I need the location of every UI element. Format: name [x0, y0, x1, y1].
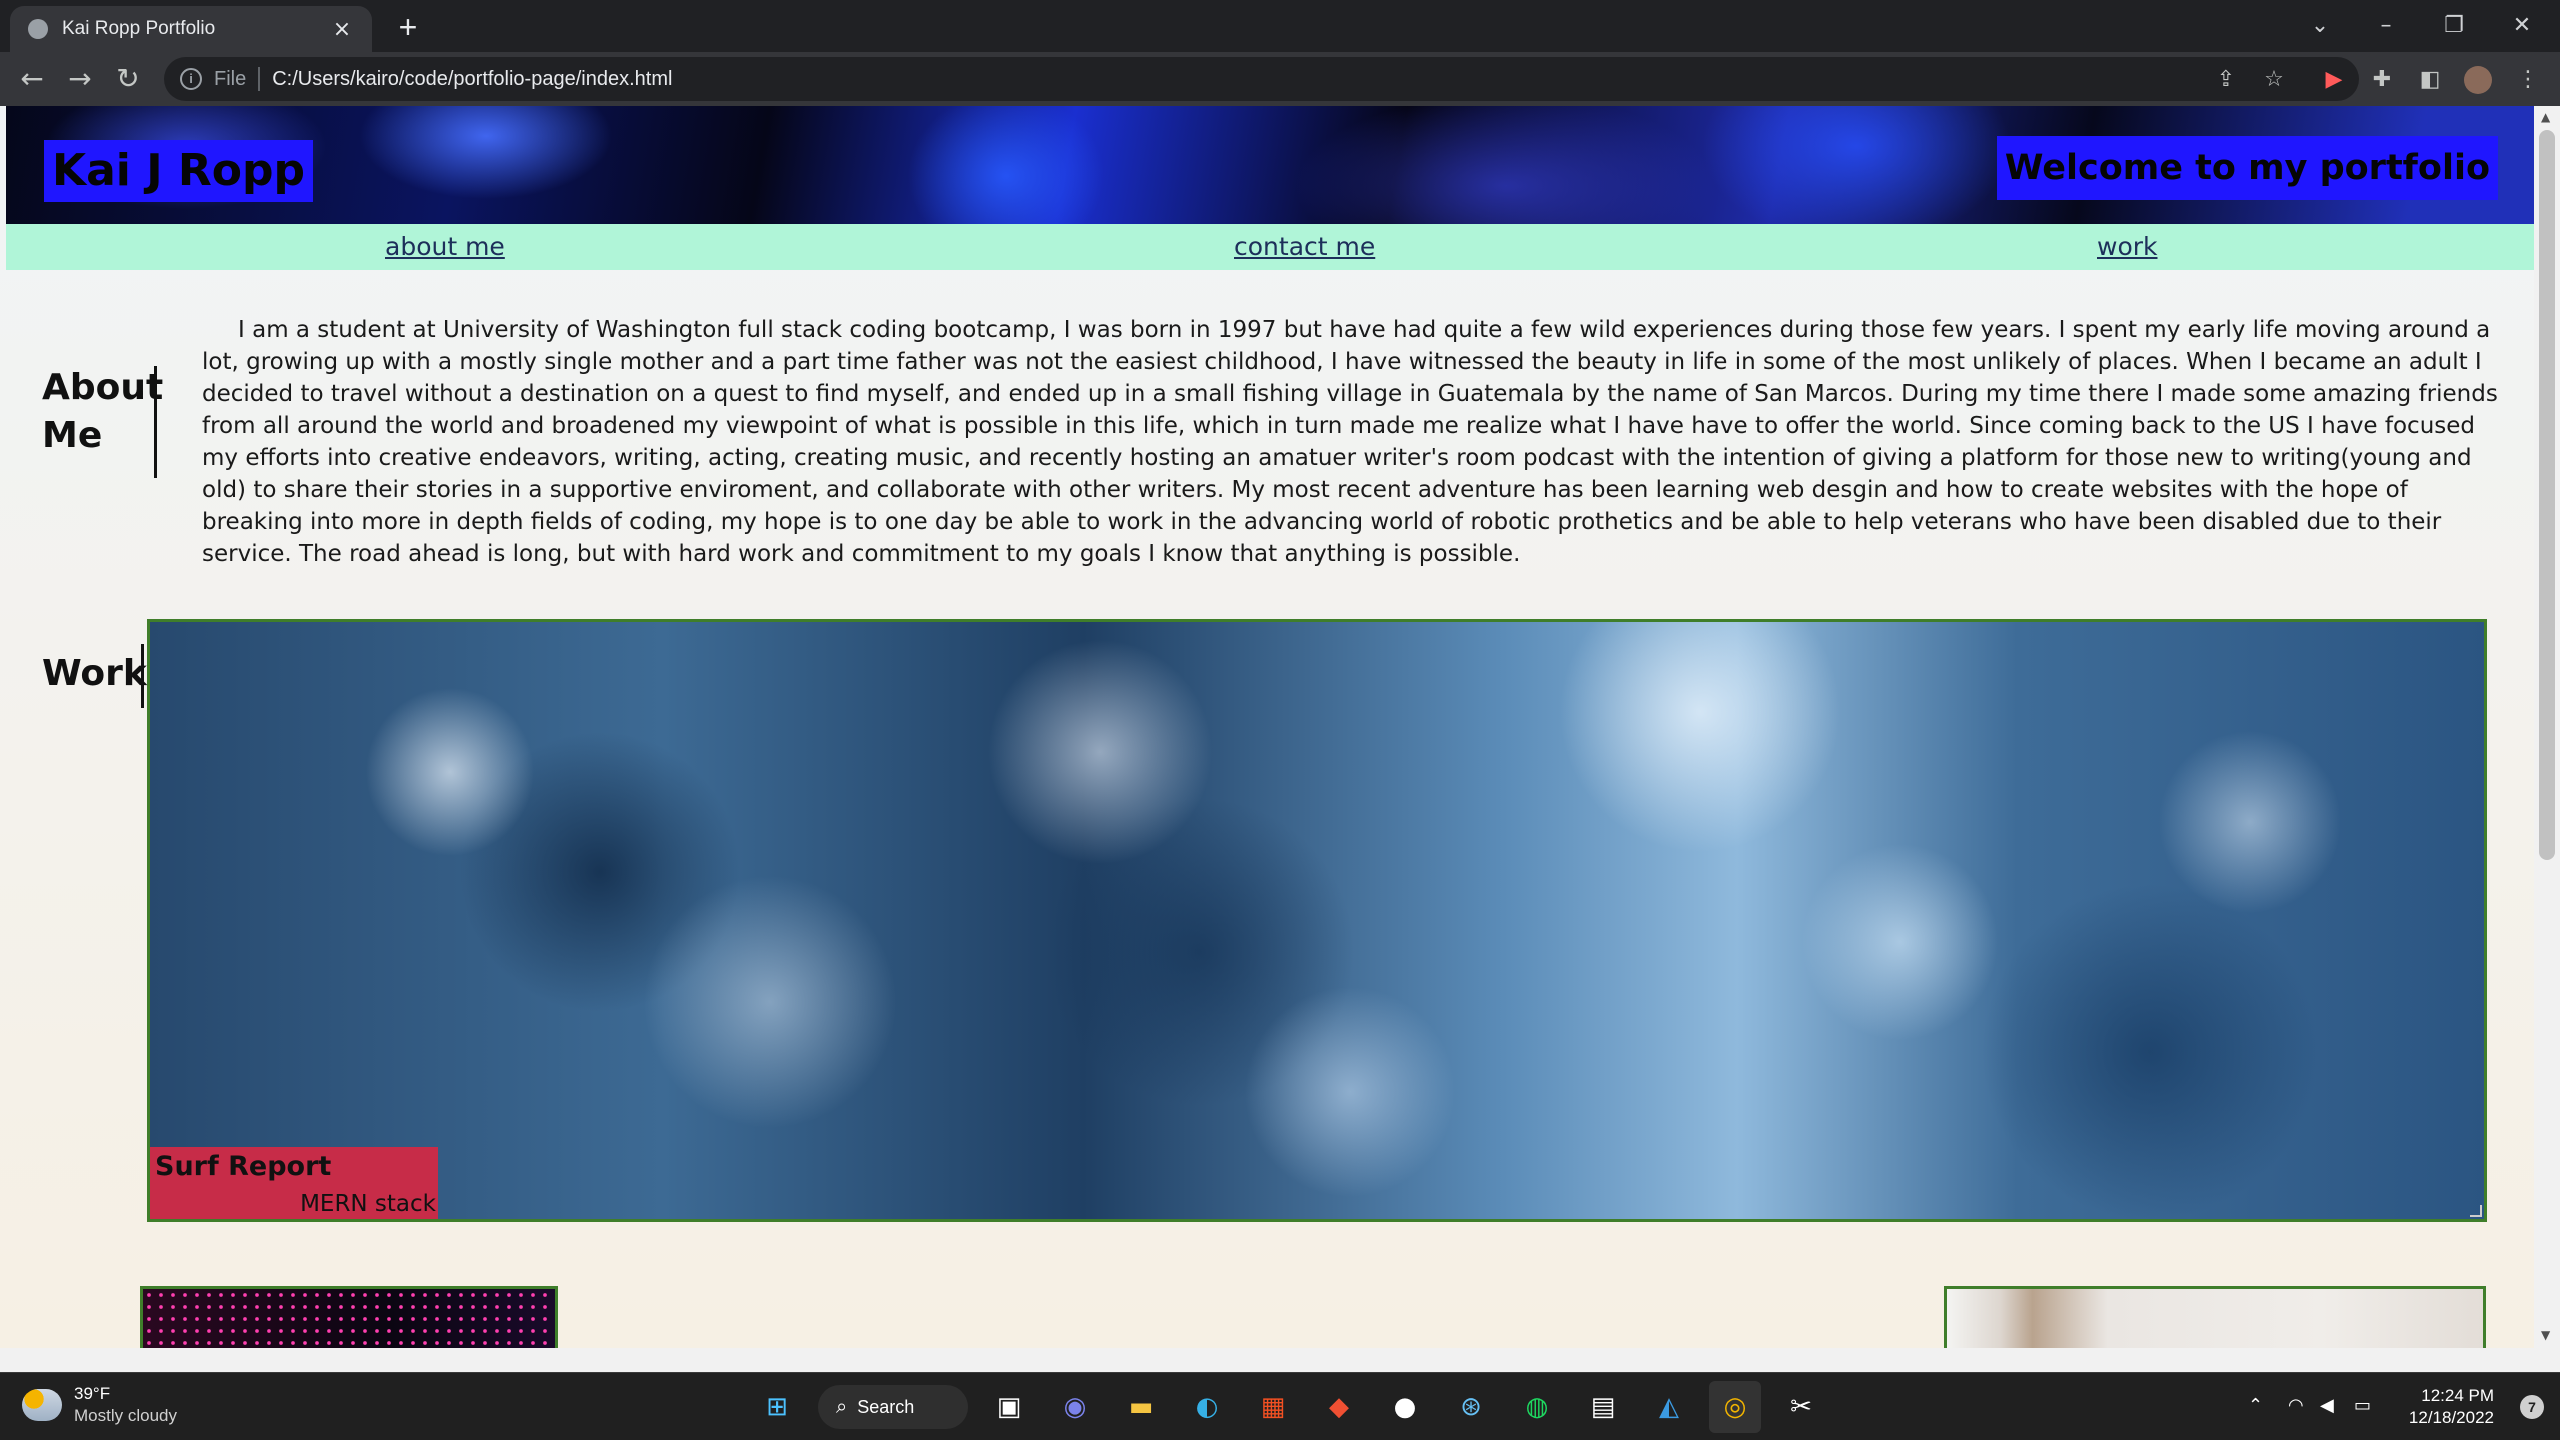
- project-card-thumbnail-left[interactable]: [140, 1286, 558, 1348]
- about-paragraph: I am a student at University of Washingt…: [202, 317, 2498, 567]
- wifi-icon[interactable]: ◠: [2288, 1395, 2304, 1416]
- page-viewport: Kai J Ropp Welcome to my portfolio about…: [0, 106, 2560, 1348]
- file-explorer-icon[interactable]: ▬: [1115, 1381, 1167, 1433]
- url-text[interactable]: C:/Users/kairo/code/portfolio-page/index…: [272, 68, 672, 91]
- project-label: Surf Report MERN stack: [150, 1147, 438, 1219]
- battery-icon[interactable]: ▭: [2354, 1395, 2371, 1416]
- restore-button[interactable]: ❐: [2432, 6, 2476, 46]
- scheme-label: File: [214, 67, 247, 90]
- browser-tab-bar: Kai Ropp Portfolio × + ⌄ – ❐ ✕: [0, 0, 2560, 52]
- chevron-down-icon[interactable]: ⌄: [2298, 6, 2342, 46]
- menu-kebab-icon[interactable]: ⋮: [2514, 66, 2542, 94]
- project-tech: MERN stack: [300, 1191, 436, 1217]
- project-card-thumbnail-right[interactable]: [1944, 1286, 2486, 1348]
- terminal-icon[interactable]: ▤: [1577, 1381, 1629, 1433]
- nav-link-contact[interactable]: contact me: [1234, 232, 1375, 261]
- windows-taskbar: 39°F Mostly cloudy ⊞ ⌕ Search ▣ ◉ ▬ ◐ ▦ …: [0, 1372, 2560, 1440]
- project-name: Surf Report: [155, 1151, 332, 1182]
- forward-button[interactable]: →: [62, 62, 98, 98]
- notification-badge[interactable]: 7: [2520, 1395, 2544, 1419]
- task-view-icon[interactable]: ▣: [983, 1381, 1035, 1433]
- window-close-button[interactable]: ✕: [2500, 6, 2544, 46]
- tab-close-button[interactable]: ×: [330, 17, 354, 42]
- address-bar[interactable]: i File C:/Users/kairo/code/portfolio-pag…: [164, 57, 2359, 101]
- site-title: Kai J Ropp: [44, 140, 313, 202]
- browser-tab[interactable]: Kai Ropp Portfolio ×: [10, 6, 372, 52]
- horizontal-scrollbar[interactable]: [0, 1348, 2560, 1372]
- reload-button[interactable]: ↻: [110, 62, 146, 98]
- profile-avatar[interactable]: [2464, 66, 2492, 94]
- resize-grip-icon[interactable]: [2470, 1205, 2482, 1217]
- weather-condition: Mostly cloudy: [74, 1406, 177, 1425]
- chat-icon[interactable]: ◉: [1049, 1381, 1101, 1433]
- git-icon[interactable]: ◆: [1313, 1381, 1365, 1433]
- extension-record-icon[interactable]: ▶: [2320, 66, 2348, 94]
- store-icon[interactable]: ▦: [1247, 1381, 1299, 1433]
- info-icon[interactable]: i: [180, 68, 202, 90]
- welcome-banner: Welcome to my portfolio: [1996, 136, 2498, 200]
- chevron-up-icon[interactable]: ⌃: [2248, 1395, 2263, 1416]
- tab-title: Kai Ropp Portfolio: [62, 18, 216, 39]
- weather-widget[interactable]: 39°F Mostly cloudy: [22, 1383, 177, 1427]
- address-divider: [258, 67, 261, 91]
- volume-icon[interactable]: ◀: [2320, 1395, 2334, 1416]
- vscode-icon[interactable]: ◭: [1643, 1381, 1695, 1433]
- scroll-up-icon[interactable]: ▲: [2541, 110, 2550, 124]
- clock-time: 12:24 PM: [2421, 1386, 2494, 1405]
- nav-link-about[interactable]: about me: [385, 232, 505, 261]
- scroll-down-icon[interactable]: ▼: [2541, 1328, 2550, 1342]
- minimize-button[interactable]: –: [2364, 6, 2408, 46]
- work-divider: [141, 644, 144, 708]
- search-icon: ⌕: [836, 1395, 848, 1418]
- share-icon[interactable]: ⇪: [2212, 66, 2240, 94]
- back-button[interactable]: ←: [14, 62, 50, 98]
- chrome-icon[interactable]: ◎: [1709, 1381, 1761, 1433]
- nav-link-work[interactable]: work: [2097, 232, 2158, 261]
- about-divider: [154, 366, 157, 478]
- edge-icon[interactable]: ◐: [1181, 1381, 1233, 1433]
- site-header: Kai J Ropp Welcome to my portfolio: [6, 106, 2534, 224]
- globe-icon: [28, 19, 48, 39]
- alien-app-icon[interactable]: ●: [1379, 1381, 1431, 1433]
- system-clock[interactable]: 12:24 PM 12/18/2022: [2409, 1385, 2494, 1429]
- spotify-icon[interactable]: ◍: [1511, 1381, 1563, 1433]
- new-tab-button[interactable]: +: [390, 10, 426, 46]
- snipping-tool-icon[interactable]: ✂: [1775, 1381, 1827, 1433]
- taskbar-search-label: Search: [857, 1396, 915, 1417]
- about-heading: About Me: [42, 367, 164, 456]
- start-windows-icon[interactable]: ⊞: [751, 1381, 803, 1433]
- extensions-puzzle-icon[interactable]: ✚: [2368, 66, 2396, 94]
- vertical-scrollbar[interactable]: ▲ ▼: [2534, 106, 2560, 1348]
- taskbar-apps: ⊞ ⌕ Search ▣ ◉ ▬ ◐ ▦ ◆ ● ⊛ ◍ ▤ ◭ ◎ ✂: [744, 1373, 1834, 1440]
- scrollbar-thumb[interactable]: [2539, 130, 2555, 860]
- clock-date: 12/18/2022: [2408, 1408, 2494, 1427]
- taskbar-search[interactable]: ⌕ Search: [818, 1385, 968, 1429]
- browser-toolbar: ← → ↻ i File C:/Users/kairo/code/portfol…: [0, 52, 2560, 106]
- bookmark-star-icon[interactable]: ☆: [2260, 66, 2288, 94]
- side-panel-icon[interactable]: ◧: [2416, 66, 2444, 94]
- work-heading: Work: [42, 653, 147, 694]
- steam-icon[interactable]: ⊛: [1445, 1381, 1497, 1433]
- site-nav: about me contact me work: [6, 224, 2534, 270]
- project-card-surf-report[interactable]: Surf Report MERN stack: [147, 619, 2487, 1222]
- weather-temperature: 39°F: [74, 1384, 111, 1403]
- cloudy-weather-icon: [22, 1389, 62, 1421]
